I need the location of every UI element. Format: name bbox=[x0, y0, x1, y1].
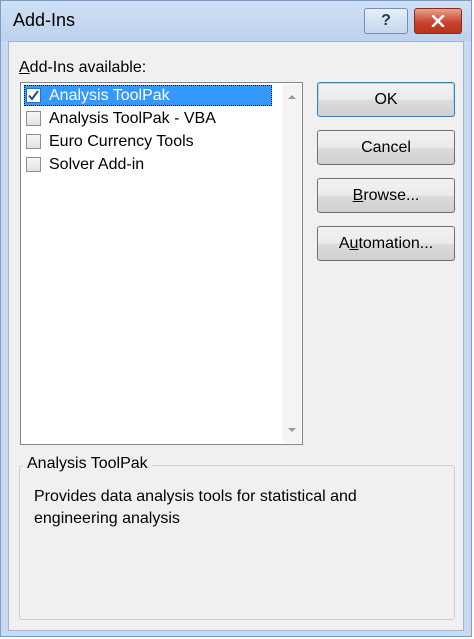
description-title: Analysis ToolPak bbox=[23, 455, 152, 473]
checkbox-solver-add-in[interactable] bbox=[26, 157, 41, 172]
add-ins-dialog: Add-Ins ? Add-Ins available: Analysis To… bbox=[0, 0, 472, 637]
list-item-analysis-toolpak-vba[interactable]: Analysis ToolPak - VBA bbox=[24, 108, 272, 129]
checkbox-euro-currency-tools[interactable] bbox=[26, 134, 41, 149]
checkbox-analysis-toolpak[interactable] bbox=[26, 88, 41, 103]
cancel-button[interactable]: Cancel bbox=[317, 130, 455, 165]
scroll-up-arrow-icon[interactable] bbox=[286, 92, 298, 102]
automation-button[interactable]: Au tomation... bbox=[317, 226, 455, 261]
help-icon: ? bbox=[381, 12, 391, 29]
list-item-solver-add-in[interactable]: Solver Add-in bbox=[24, 154, 272, 175]
browse-button[interactable]: Browse... bbox=[317, 178, 455, 213]
add-ins-list[interactable]: Analysis ToolPak Analysis ToolPak - VBA … bbox=[20, 82, 303, 445]
dialog-title: Add-Ins bbox=[13, 10, 76, 30]
list-item-analysis-toolpak[interactable]: Analysis ToolPak bbox=[24, 85, 272, 106]
dialog-body: Add-Ins available: Analysis ToolPak Anal… bbox=[8, 41, 464, 631]
item-label: Solver Add-in bbox=[49, 155, 145, 173]
add-ins-available-label: Add-Ins available: bbox=[19, 59, 147, 76]
checkmark-icon bbox=[28, 90, 39, 101]
item-label: Euro Currency Tools bbox=[49, 132, 194, 150]
item-label: Analysis ToolPak bbox=[49, 86, 170, 104]
close-button[interactable] bbox=[414, 8, 462, 34]
ok-button[interactable]: OK bbox=[317, 82, 455, 117]
help-button[interactable]: ? bbox=[364, 8, 408, 34]
list-item-euro-currency-tools[interactable]: Euro Currency Tools bbox=[24, 131, 272, 152]
checkbox-analysis-toolpak-vba[interactable] bbox=[26, 111, 41, 126]
close-icon bbox=[431, 15, 445, 27]
description-text: Provides data analysis tools for statist… bbox=[34, 488, 357, 527]
item-label: Analysis ToolPak - VBA bbox=[49, 109, 216, 127]
scroll-down-arrow-icon[interactable] bbox=[286, 425, 298, 435]
list-scrollbar[interactable] bbox=[283, 84, 301, 443]
title-bar[interactable]: Add-Ins ? bbox=[1, 1, 471, 41]
